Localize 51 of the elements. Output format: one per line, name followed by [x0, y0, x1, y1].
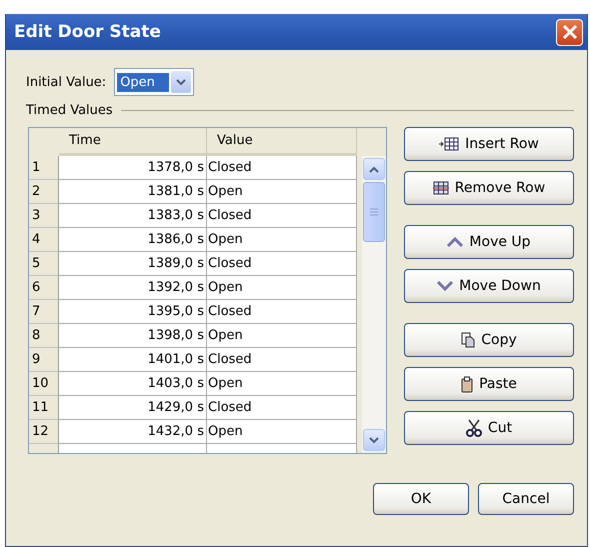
- time-cell[interactable]: 1378,0 s: [59, 156, 207, 180]
- value-cell[interactable]: Closed: [207, 252, 357, 276]
- time-cell[interactable]: 1389,0 s: [59, 252, 207, 276]
- chevron-down-icon: [176, 78, 186, 86]
- initial-value-dropdown[interactable]: Open: [114, 68, 194, 96]
- table-icon: [432, 181, 449, 195]
- time-cell[interactable]: 1432,0 s: [59, 420, 207, 444]
- value-cell[interactable]: Closed: [207, 204, 357, 228]
- value-cell[interactable]: Open: [207, 276, 357, 300]
- chevron-down-icon: [369, 436, 379, 444]
- window-title: Edit Door State: [14, 22, 161, 42]
- action-button[interactable]: Remove Row: [404, 171, 574, 205]
- time-cell[interactable]: 1386,0 s: [59, 228, 207, 252]
- value-cell[interactable]: Open: [207, 180, 357, 204]
- copy-icon: [461, 332, 476, 348]
- value-cell[interactable]: Closed: [207, 348, 357, 372]
- time-cell[interactable]: 1383,0 s: [59, 204, 207, 228]
- value-cell[interactable]: Open: [207, 420, 357, 444]
- time-cell[interactable]: 1381,0 s: [59, 180, 207, 204]
- action-button[interactable]: Insert Row: [404, 127, 574, 161]
- chevron-up-icon: [369, 166, 379, 172]
- action-button[interactable]: Move Up: [404, 225, 574, 259]
- value-cell[interactable]: Open: [207, 372, 357, 396]
- time-cell[interactable]: 1429,0 s: [59, 396, 207, 420]
- chevron-down-icon: [437, 281, 454, 291]
- close-icon: [562, 24, 578, 40]
- close-button[interactable]: [556, 18, 583, 46]
- group-title: Timed Values: [26, 103, 113, 118]
- scrollbar[interactable]: [362, 156, 386, 453]
- time-cell[interactable]: 1392,0 s: [59, 276, 207, 300]
- action-button[interactable]: Cut: [404, 411, 574, 445]
- value-cell[interactable]: Closed: [207, 300, 357, 324]
- action-button[interactable]: Copy: [404, 323, 574, 357]
- time-cell[interactable]: 1398,0 s: [59, 324, 207, 348]
- time-cell[interactable]: 1401,0 s: [59, 348, 207, 372]
- ok-button[interactable]: OK: [373, 483, 469, 515]
- grip-icon: [370, 208, 378, 216]
- insert-row-icon: [439, 137, 460, 151]
- chevron-up-icon: [447, 237, 464, 247]
- value-cell[interactable]: Closed: [207, 156, 357, 180]
- action-button[interactable]: Paste: [404, 367, 574, 401]
- value-cell[interactable]: Closed: [207, 396, 357, 420]
- time-cell[interactable]: 1403,0 s: [59, 372, 207, 396]
- time-cell[interactable]: 1395,0 s: [59, 300, 207, 324]
- clipboard-icon: [461, 376, 474, 392]
- value-cell[interactable]: Open: [207, 324, 357, 348]
- value-cell[interactable]: Open: [207, 228, 357, 252]
- action-button[interactable]: Move Down: [404, 269, 574, 303]
- field-label: Initial Value:: [26, 74, 106, 90]
- scissors-icon: [466, 419, 482, 437]
- cancel-button[interactable]: Cancel: [478, 483, 574, 515]
